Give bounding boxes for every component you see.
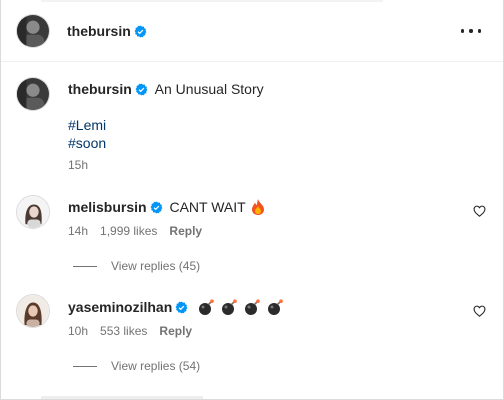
reply-button[interactable]: Reply — [169, 224, 202, 238]
comment-username[interactable]: melisbursin — [68, 199, 147, 215]
caption-username[interactable]: thebursin — [68, 81, 132, 97]
caption-text: An Unusual Story — [154, 81, 264, 97]
avatar-image — [17, 78, 49, 110]
comment-line: yaseminozilhan — [68, 299, 284, 315]
avatar-image — [17, 295, 49, 327]
comment-line: melisbursin CANT WAIT — [68, 199, 265, 215]
bomb-icon — [244, 299, 260, 315]
heart-icon[interactable] — [473, 305, 486, 317]
replies-divider — [73, 365, 97, 367]
avatar-image — [17, 15, 49, 47]
header-username-text[interactable]: thebursin — [67, 23, 131, 39]
comment-meta: 14h 1,999 likes Reply — [68, 224, 202, 238]
avatar-image — [17, 196, 49, 228]
verified-badge-icon — [150, 201, 163, 214]
replies-divider — [73, 265, 97, 267]
next-comment-edge — [41, 396, 203, 399]
bomb-icon — [199, 299, 214, 315]
bomb-emoji-group — [196, 299, 284, 315]
verified-badge-icon — [135, 83, 148, 96]
caption-avatar[interactable] — [16, 77, 50, 111]
more-options-icon[interactable] — [461, 22, 481, 40]
hashtag-soon[interactable]: #soon — [68, 135, 106, 151]
comment-time[interactable]: 14h — [68, 224, 88, 238]
verified-badge-icon — [134, 25, 147, 38]
view-replies-button[interactable]: View replies (54) — [73, 359, 200, 373]
comment-meta: 10h 553 likes Reply — [68, 324, 192, 338]
hashtag-lemi[interactable]: #Lemi — [68, 117, 106, 133]
caption-time[interactable]: 15h — [68, 158, 88, 172]
author-avatar[interactable] — [16, 14, 50, 48]
comment-text: CANT WAIT — [169, 199, 246, 215]
post-header: thebursin — [1, 0, 503, 62]
caption-line: thebursin An Unusual Story — [68, 81, 264, 97]
view-replies-label[interactable]: View replies (45) — [111, 259, 200, 273]
view-replies-button[interactable]: View replies (45) — [73, 259, 200, 273]
heart-icon[interactable] — [473, 205, 486, 217]
comment-username[interactable]: yaseminozilhan — [68, 299, 172, 315]
fire-icon — [252, 199, 265, 215]
comment-likes[interactable]: 1,999 likes — [100, 224, 157, 238]
comment-avatar[interactable] — [16, 195, 50, 229]
header-username[interactable]: thebursin — [67, 23, 147, 39]
verified-badge-icon — [175, 301, 188, 314]
bomb-icon — [267, 299, 283, 315]
comment-avatar[interactable] — [16, 294, 50, 328]
comment-likes[interactable]: 553 likes — [100, 324, 147, 338]
view-replies-label[interactable]: View replies (54) — [111, 359, 200, 373]
comment-time[interactable]: 10h — [68, 324, 88, 338]
post-comments-panel: thebursin thebursin An Unusual Story #Le… — [0, 0, 504, 400]
bomb-icon — [222, 299, 237, 315]
reply-button[interactable]: Reply — [159, 324, 192, 338]
